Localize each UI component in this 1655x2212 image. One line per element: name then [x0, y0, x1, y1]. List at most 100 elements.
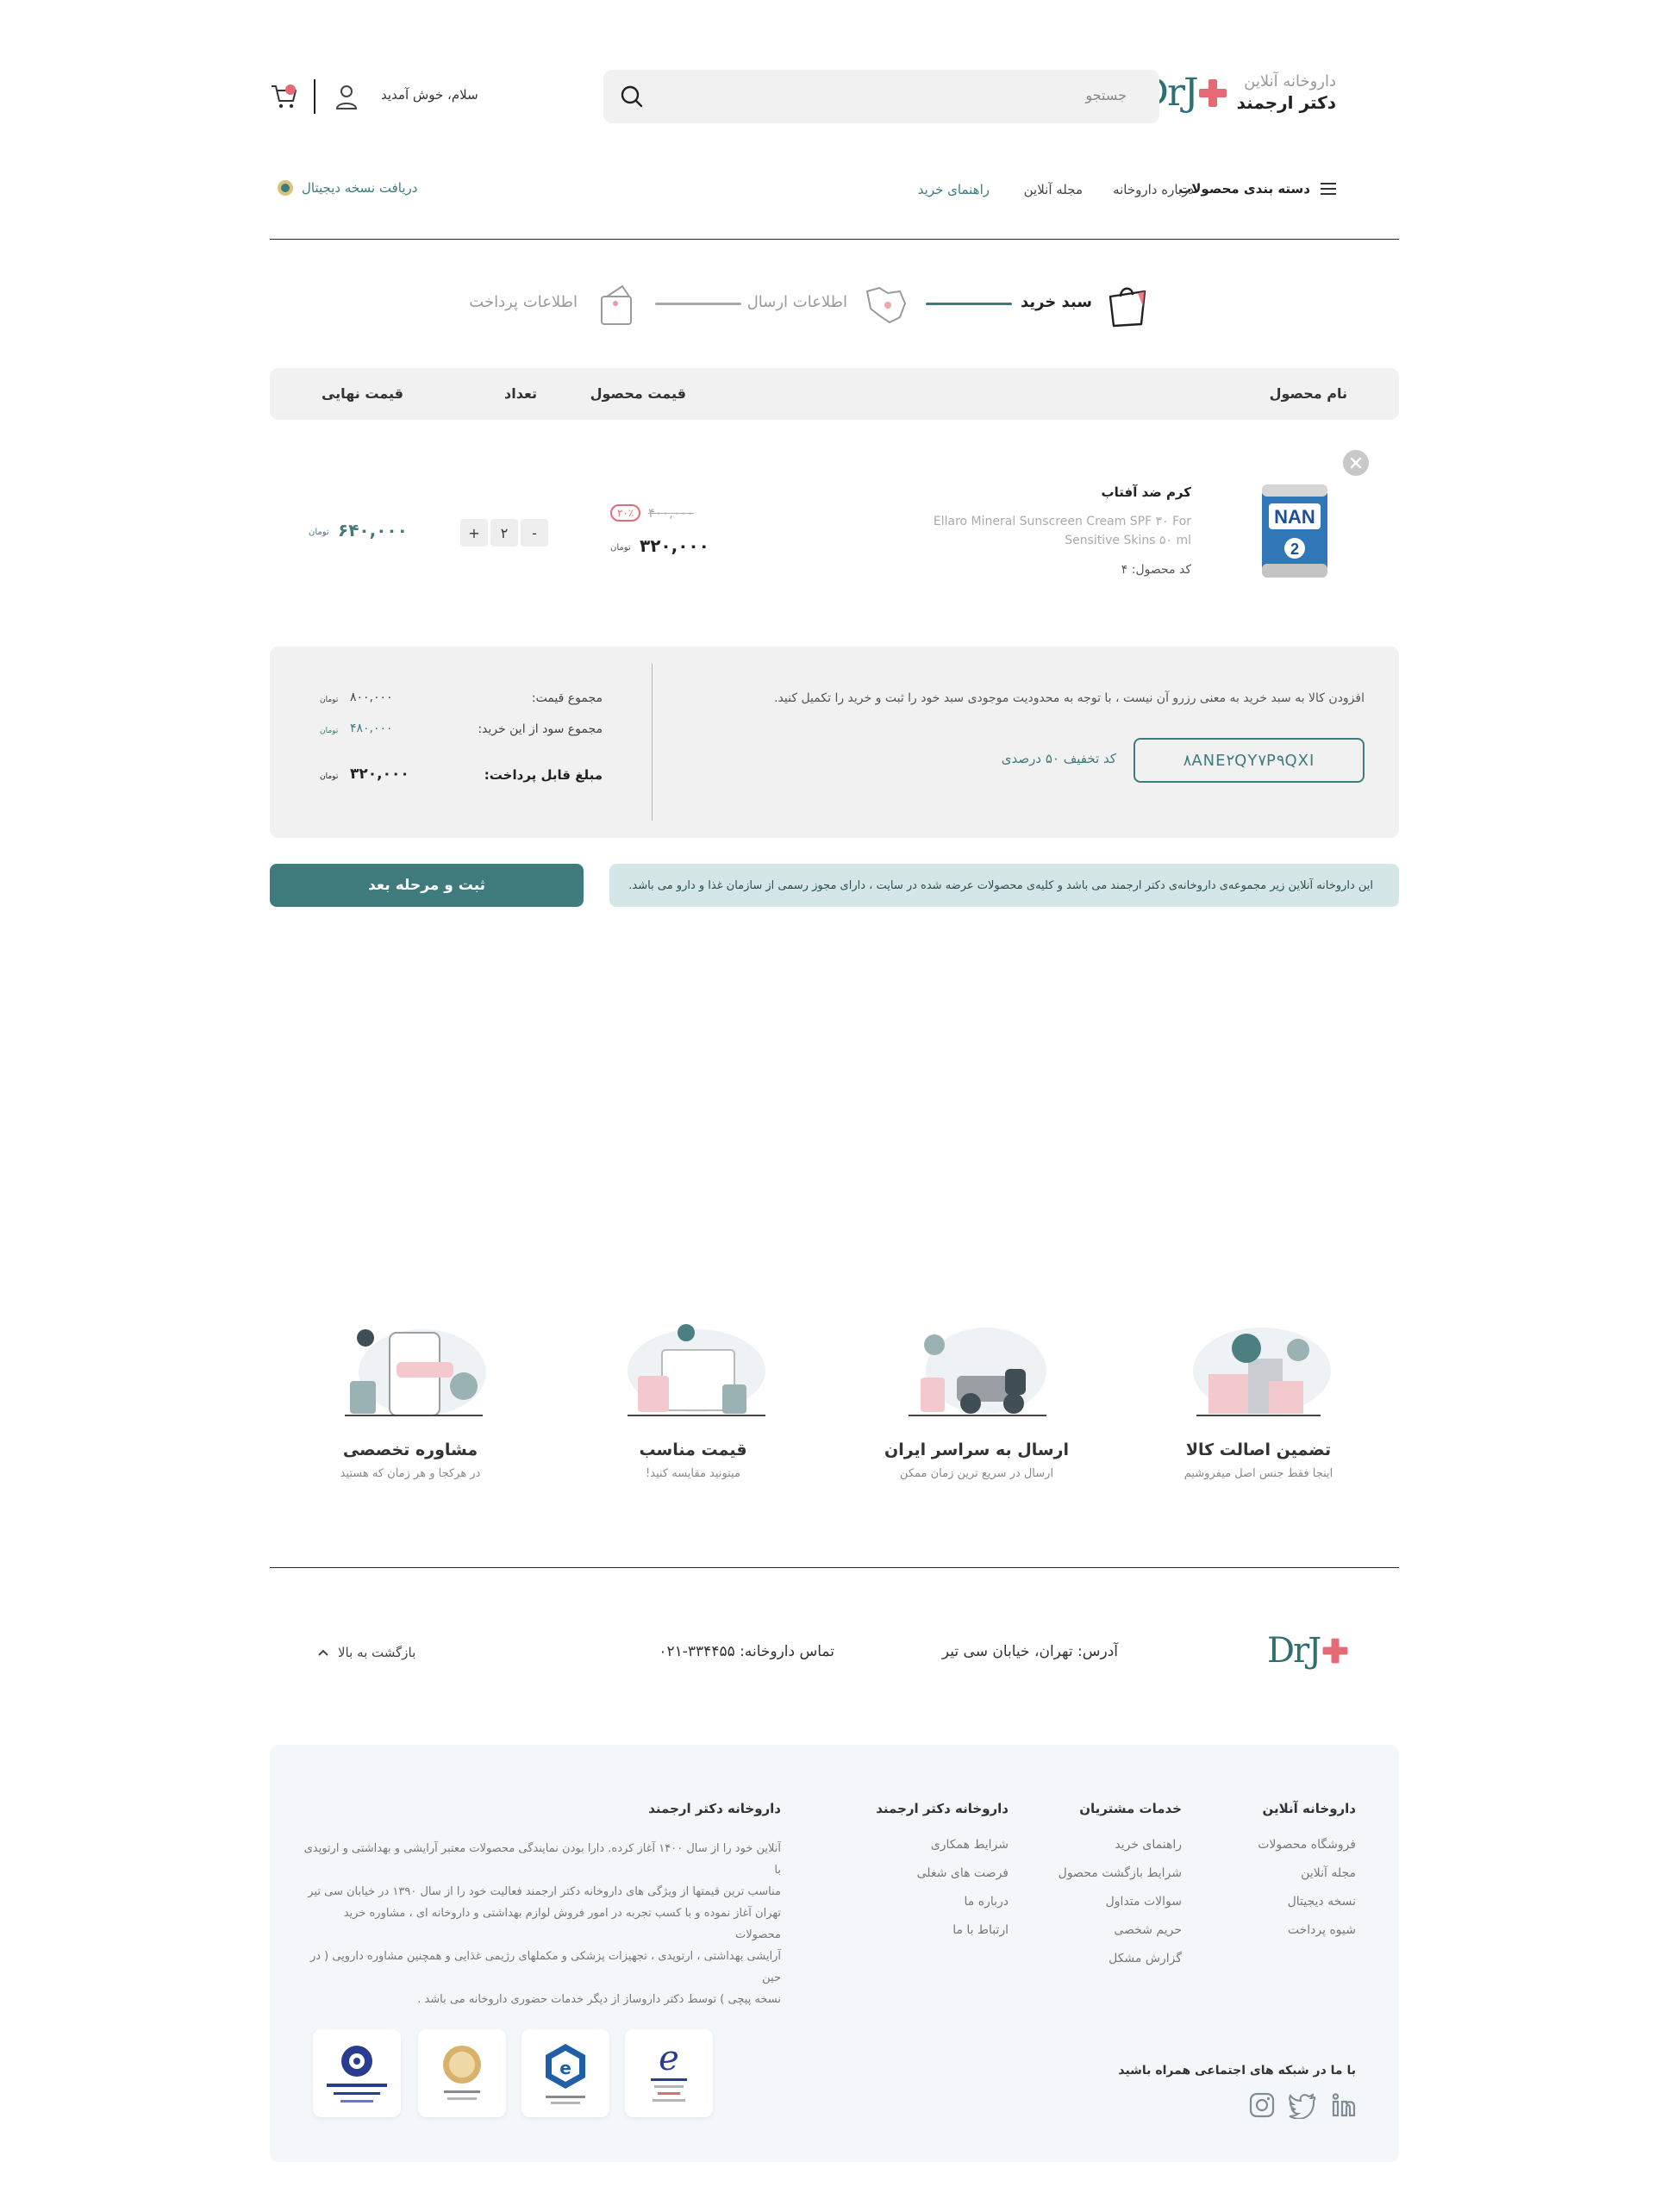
feature-sub-authenticity: اینجا فقط جنس اصل میفروشیم [1183, 1467, 1333, 1480]
profit-currency: تومان [320, 727, 339, 735]
final-currency: تومان [309, 528, 329, 537]
footer-link-magazine[interactable]: مجله آنلاین [1301, 1866, 1356, 1880]
brand-small: داروخانه آنلاین [1244, 72, 1336, 91]
back-to-top-label: بازگشت به بالا [338, 1645, 416, 1660]
close-icon [1350, 457, 1362, 469]
iran-map-icon [865, 286, 907, 324]
footer-about-text: آنلاین خود را از سال ۱۴۰۰ آغاز کرده. دار… [303, 1842, 781, 2006]
qty-value: ۲ [490, 519, 518, 547]
step-shipping: اطلاعات ارسال [746, 293, 847, 311]
nav-guide[interactable]: راهنمای خرید [918, 182, 990, 197]
col-qty: تعداد [504, 385, 537, 402]
summary-divider [652, 664, 653, 821]
enamad-logo: e [651, 2039, 687, 2102]
search-icon[interactable] [619, 84, 645, 109]
footer-col-pharmacy: داروخانه دکتر ارجمند [876, 1801, 1009, 1816]
consulting-illustration [345, 1329, 486, 1416]
hamburger-icon [1321, 183, 1336, 195]
footer-link-guide[interactable]: راهنمای خرید [1115, 1838, 1182, 1852]
footer-link-payment[interactable]: شیوه پرداخت [1288, 1923, 1356, 1937]
price-illustration [628, 1324, 765, 1416]
plus-icon [1198, 78, 1227, 107]
union-badge[interactable] [313, 2029, 401, 2117]
col-name: نام محصول [1269, 385, 1347, 402]
step-connector-2 [655, 303, 741, 305]
svg-text:e: e [559, 2058, 571, 2078]
user-icon[interactable] [334, 84, 359, 111]
footer-link-partners[interactable]: شرایط همکاری [931, 1838, 1009, 1852]
step-cart: سبد خرید [1020, 293, 1092, 311]
instagram-icon[interactable] [1248, 2091, 1276, 2119]
header-divider [314, 79, 315, 114]
footer-logo[interactable]: DrJ [1267, 1631, 1349, 1671]
footer-phone: تماس داروخانه: ۳۳۴۴۵۵-۰۲۱ [659, 1643, 834, 1660]
total-value: ۸۰۰,۰۰۰ [350, 690, 393, 704]
discount-code-box[interactable]: ۸ANE۲QY۷P۹QXI [1134, 738, 1365, 783]
product-desc-1: Ellaro Mineral Sunscreen Cream SPF ۳۰ Fo… [933, 515, 1191, 528]
back-to-top-button[interactable]: بازگشت به بالا [317, 1645, 415, 1660]
remove-item-button[interactable] [1343, 450, 1369, 476]
price-currency: تومان [610, 543, 631, 553]
total-currency: تومان [320, 696, 339, 704]
enamad-badge[interactable]: e [625, 2029, 713, 2117]
footer-link-digital[interactable]: نسخه دیجیتال [1288, 1895, 1356, 1909]
feature-title-authenticity: تضمین اصالت کالا [1185, 1440, 1332, 1459]
delivery-illustration [909, 1328, 1046, 1416]
license-notice: این داروخانه آنلاین زیر مجموعه‌ی داروخان… [609, 864, 1399, 907]
qty-plus-button[interactable]: + [460, 519, 488, 547]
footer-link-contact[interactable]: ارتباط با ما [952, 1923, 1009, 1937]
discount-badge: ۲۰٪ [610, 504, 641, 522]
digital-prescription-label: دریافت نسخه دیجیتال [302, 180, 418, 196]
footer-about-title: داروخانه دکتر ارجمند [648, 1801, 781, 1816]
reservation-note: افزودن کالا به سبد خرید به معنی رزرو آن … [774, 691, 1365, 705]
search-box[interactable]: جستجو [603, 70, 1159, 123]
feature-sub-delivery: ارسال در سریع ترین زمان ممکن [899, 1467, 1054, 1480]
brand-name: دکتر ارجمند [1236, 92, 1336, 113]
profit-label: مجموع سود از این خرید: [478, 722, 603, 736]
discount-code-label: کد تخفیف ۵۰ درصدی [1001, 751, 1116, 766]
header-separator [270, 239, 1399, 240]
twitter-icon[interactable] [1288, 2091, 1317, 2119]
footer-link-faq[interactable]: سوالات متداول [1106, 1895, 1182, 1909]
footer-panel: داروخانه آنلاین فروشگاه محصولات مجله آنل… [270, 1745, 1399, 2162]
qty-minus-button[interactable]: - [521, 519, 548, 547]
shopping-bag-icon [1109, 287, 1146, 328]
footer-link-about[interactable]: درباره ما [965, 1895, 1009, 1909]
linkedin-icon[interactable] [1330, 2091, 1358, 2119]
footer-link-privacy[interactable]: حریم شخصی [1114, 1923, 1182, 1937]
footer-link-report[interactable]: گزارش مشکل [1109, 1952, 1182, 1965]
ecommerce-logo: e [546, 2044, 585, 2104]
union-logo [327, 2046, 387, 2103]
nav-magazine[interactable]: مجله آنلاین [1024, 182, 1083, 197]
footer-separator [270, 1567, 1399, 1568]
feature-sub-price: میتونید مقایسه کنید! [646, 1467, 740, 1480]
categories-menu[interactable]: دسته بندی محصولات [1178, 181, 1336, 197]
search-input[interactable]: جستجو [1085, 87, 1127, 103]
digital-prescription-link[interactable]: دریافت نسخه دیجیتال [278, 180, 417, 196]
chevron-up-icon [318, 1649, 328, 1656]
payable-value: ۳۲۰,۰۰۰ [350, 765, 409, 783]
product-image: NAN 2 [1262, 484, 1327, 578]
submit-next-button[interactable]: ثبت و مرحله بعد [270, 864, 584, 907]
product-title[interactable]: کرم ضد آفتاب [1102, 484, 1191, 500]
feature-title-consulting: مشاوره تخصصی [342, 1440, 478, 1459]
dot-icon [278, 180, 293, 196]
payable-currency: تومان [320, 772, 339, 781]
footer-link-jobs[interactable]: فرصت های شغلی [917, 1866, 1009, 1880]
cart-table-header: نام محصول قیمت محصول تعداد قیمت نهایی [270, 368, 1399, 420]
footer-link-shop[interactable]: فروشگاه محصولات [1258, 1838, 1356, 1852]
footer-col-online: داروخانه آنلاین [1262, 1801, 1357, 1816]
cart-icon[interactable] [270, 83, 299, 110]
footer-link-return[interactable]: شرایط بازگشت محصول [1059, 1866, 1182, 1880]
product-code: کد محصول: ۴ [1121, 563, 1191, 577]
step-payment: اطلاعات پرداخت [469, 293, 578, 311]
cart-summary: افزودن کالا به سبد خرید به معنی رزرو آن … [270, 647, 1399, 838]
step-connector-1 [926, 303, 1012, 305]
logo[interactable]: داروخانه آنلاین دکتر ارجمند DrJ [1139, 71, 1336, 115]
nav-about[interactable]: درباره داروخانه [1113, 182, 1194, 197]
unit-price: ۳۲۰,۰۰۰ [640, 535, 709, 556]
ecommerce-badge[interactable]: e [521, 2029, 609, 2117]
samandehi-badge[interactable] [418, 2029, 506, 2117]
old-price: ۴۰۰,۰۰۰ [648, 505, 695, 521]
samandehi-logo [443, 2046, 481, 2100]
